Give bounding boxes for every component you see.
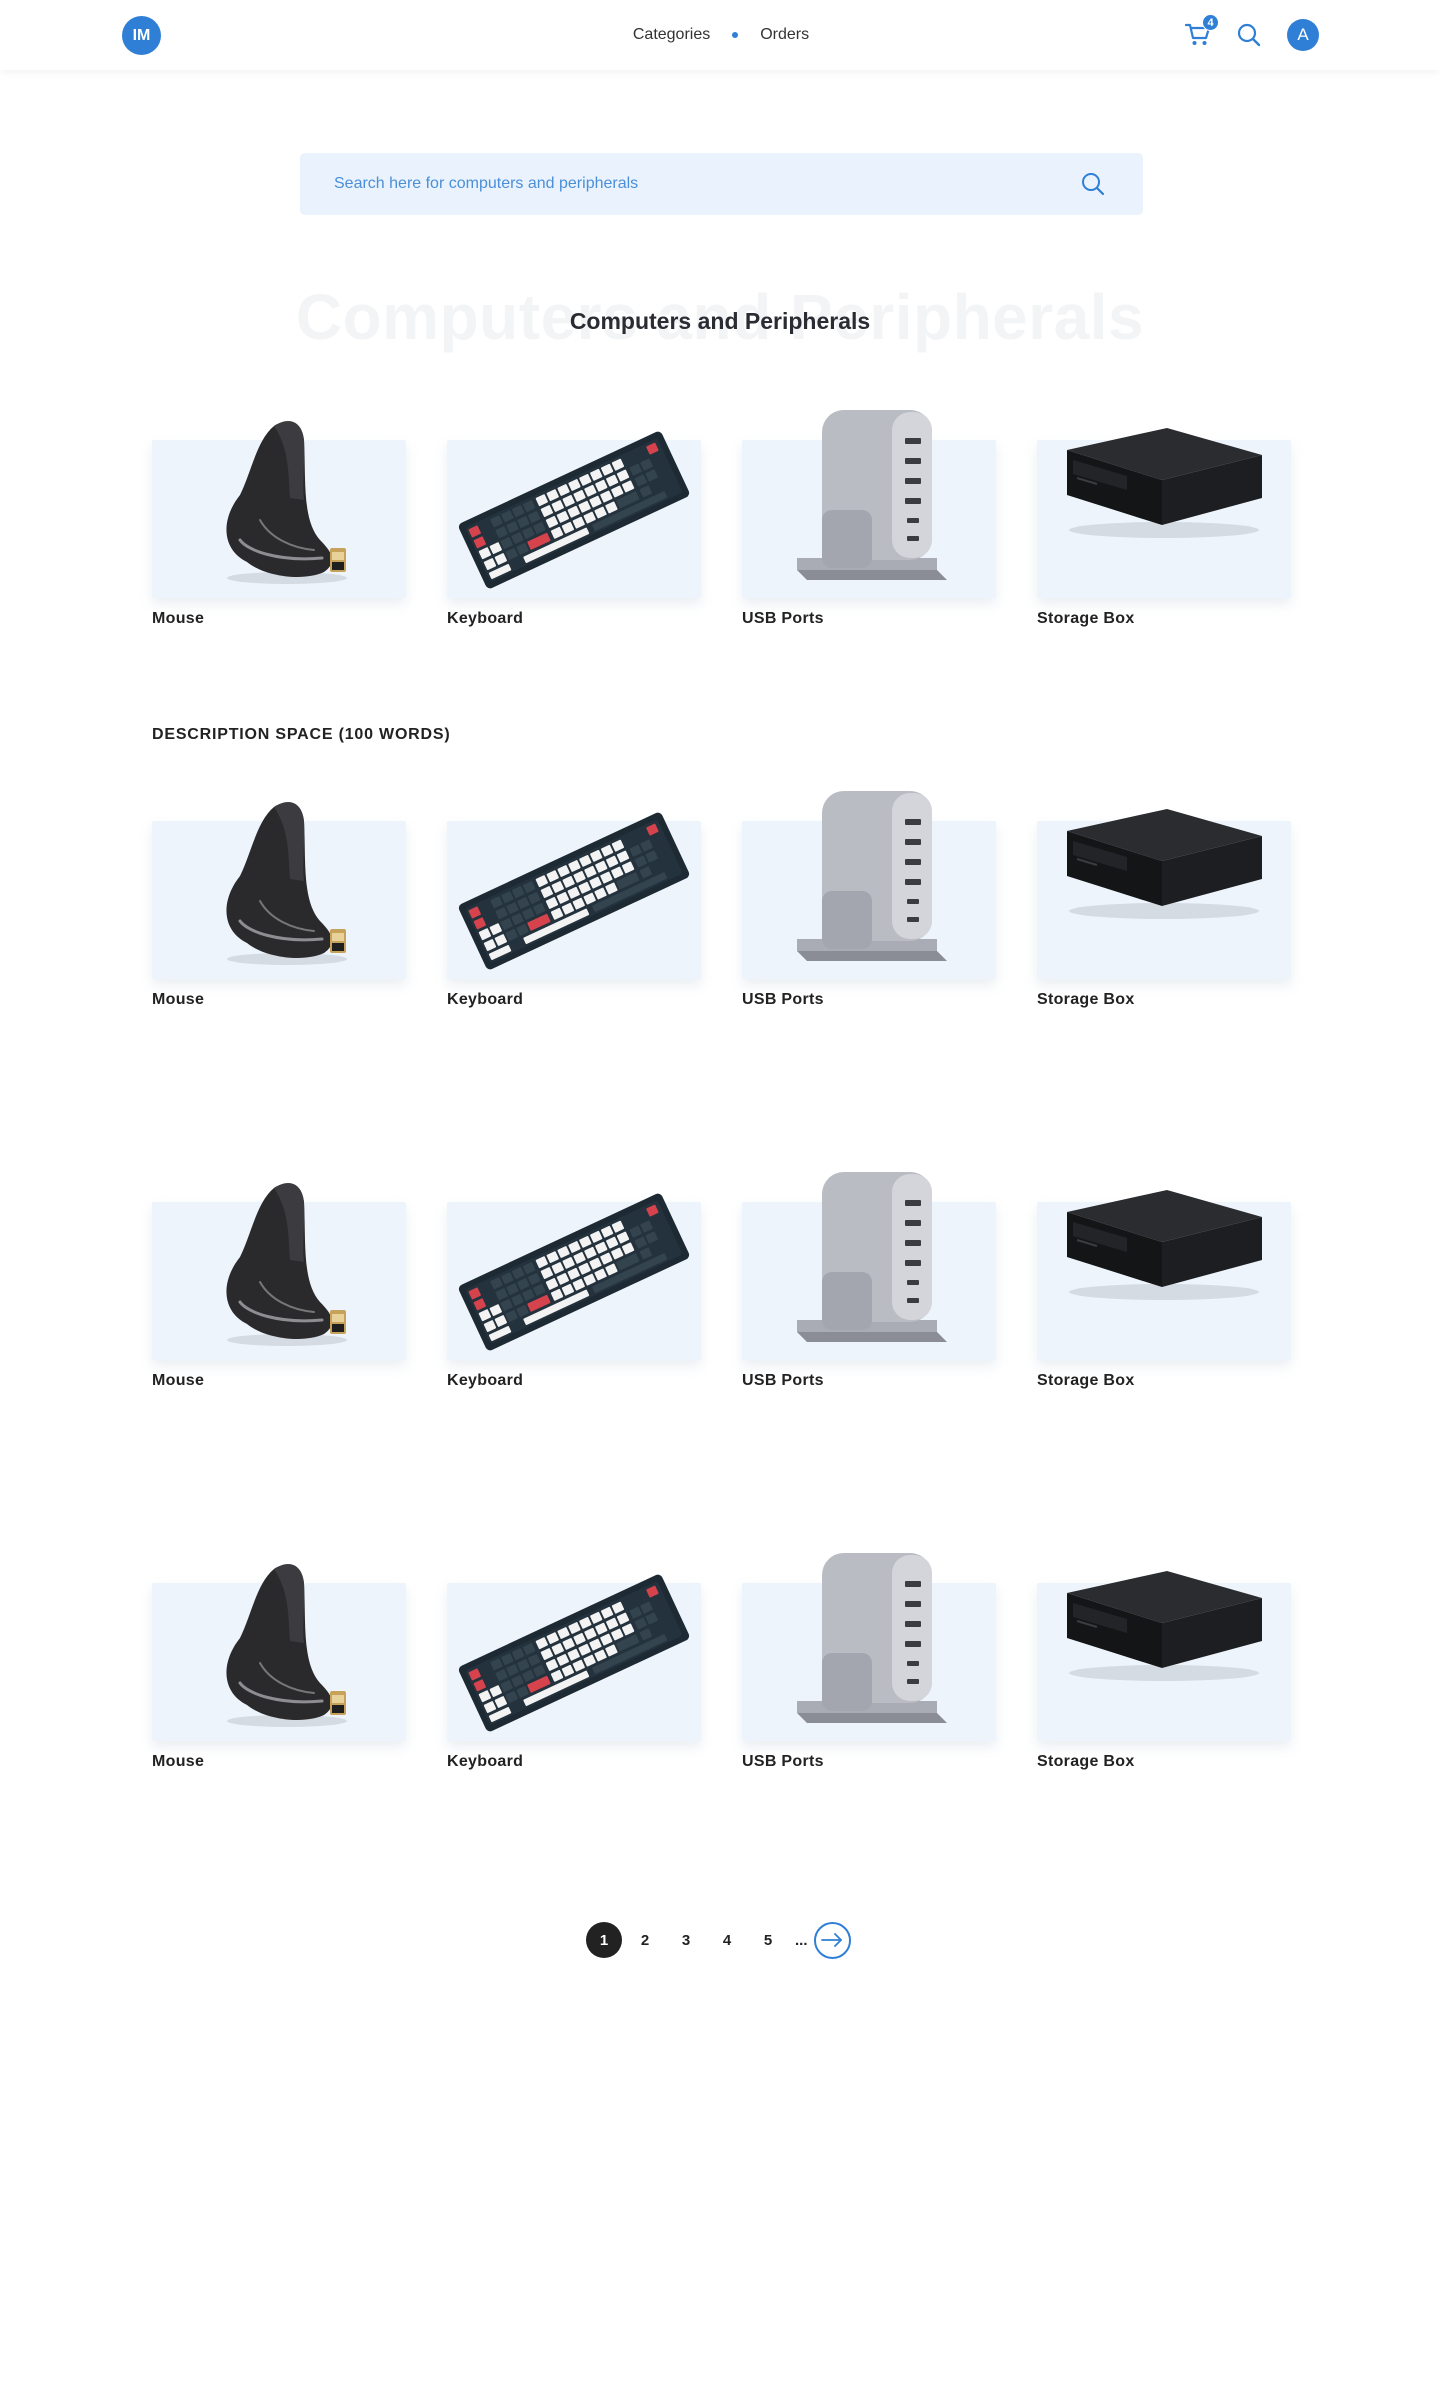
product-label: Keyboard xyxy=(447,1372,524,1389)
mouse-image xyxy=(224,800,349,967)
product-card-storage-box[interactable]: Storage Box xyxy=(1037,781,1291,1011)
search-input[interactable] xyxy=(334,153,1034,215)
page-4-button[interactable]: 4 xyxy=(709,1922,745,1958)
nav-categories[interactable]: Categories xyxy=(633,26,710,44)
product-card-keyboard[interactable]: Keyboard xyxy=(447,781,701,1011)
product-card-mouse[interactable]: Mouse xyxy=(152,400,406,630)
product-label: Storage Box xyxy=(1037,1372,1135,1389)
keyboard-image xyxy=(457,430,691,590)
product-label: Keyboard xyxy=(447,1753,524,1770)
product-label: USB Ports xyxy=(742,1753,824,1770)
storage-box-image xyxy=(1066,1189,1263,1301)
storage-box-image xyxy=(1066,427,1263,539)
product-label: Mouse xyxy=(152,1372,205,1389)
product-label: Mouse xyxy=(152,991,205,1008)
product-card-usb-ports[interactable]: USB Ports xyxy=(742,1162,996,1392)
product-label: Mouse xyxy=(152,1753,205,1770)
product-card-mouse[interactable]: Mouse xyxy=(152,781,406,1011)
search-icon xyxy=(1237,23,1261,47)
next-page-button[interactable] xyxy=(813,1921,851,1959)
product-card-keyboard[interactable]: Keyboard xyxy=(447,1543,701,1773)
product-row: Mouse Keyboard USB Ports Storage Box xyxy=(0,781,1440,1041)
product-label: Storage Box xyxy=(1037,610,1135,627)
mouse-image xyxy=(224,419,349,586)
pagination: 1 2 3 4 5 ... xyxy=(586,1921,851,1959)
product-label: Keyboard xyxy=(447,991,524,1008)
product-card-storage-box[interactable]: Storage Box xyxy=(1037,400,1291,630)
keyboard-image xyxy=(457,1192,691,1352)
page-1-button[interactable]: 1 xyxy=(586,1922,622,1958)
product-card-storage-box[interactable]: Storage Box xyxy=(1037,1162,1291,1392)
keyboard-image xyxy=(457,811,691,971)
cart-count-badge: 4 xyxy=(1202,14,1219,31)
product-row: Mouse Keyboard USB Ports Storage Box xyxy=(0,1543,1440,1803)
product-label: Storage Box xyxy=(1037,991,1135,1008)
product-card-keyboard[interactable]: Keyboard xyxy=(447,400,701,630)
page-title-section: Computers and Peripherals Computers and … xyxy=(0,280,1440,370)
product-label: USB Ports xyxy=(742,610,824,627)
product-label: Mouse xyxy=(152,610,205,627)
search-submit-button[interactable] xyxy=(1080,171,1106,197)
cart-button[interactable]: 4 xyxy=(1183,14,1219,51)
usb-hub-image xyxy=(797,1172,947,1342)
user-avatar[interactable]: A xyxy=(1287,19,1319,51)
product-label: Storage Box xyxy=(1037,1753,1135,1770)
nav-orders[interactable]: Orders xyxy=(760,26,809,44)
usb-hub-image xyxy=(797,410,947,580)
product-card-mouse[interactable]: Mouse xyxy=(152,1543,406,1773)
pagination-ellipsis: ... xyxy=(795,1931,808,1949)
mouse-image xyxy=(224,1562,349,1729)
description-text: DESCRIPTION SPACE (100 WORDS) xyxy=(152,726,451,743)
storage-box-image xyxy=(1066,808,1263,920)
mouse-image xyxy=(224,1181,349,1348)
product-card-storage-box[interactable]: Storage Box xyxy=(1037,1543,1291,1773)
page-2-button[interactable]: 2 xyxy=(627,1922,663,1958)
search-icon xyxy=(1082,173,1105,196)
logo[interactable]: IM xyxy=(122,16,161,55)
product-card-mouse[interactable]: Mouse xyxy=(152,1162,406,1392)
arrow-right-icon xyxy=(821,1933,842,1947)
product-label: Keyboard xyxy=(447,610,524,627)
product-row: Mouse Keyboard USB Ports Storage Box xyxy=(0,1162,1440,1422)
product-row: Mouse Keyboard USB Ports Storage Box xyxy=(0,400,1440,660)
usb-hub-image xyxy=(797,791,947,961)
page-title: Computers and Peripherals xyxy=(569,308,871,334)
nav-separator-dot xyxy=(732,32,739,38)
main-nav: Categories Orders xyxy=(0,0,1440,70)
keyboard-image xyxy=(457,1573,691,1733)
product-card-usb-ports[interactable]: USB Ports xyxy=(742,400,996,630)
storage-box-image xyxy=(1066,1570,1263,1682)
product-label: USB Ports xyxy=(742,991,824,1008)
page-3-button[interactable]: 3 xyxy=(668,1922,704,1958)
product-card-usb-ports[interactable]: USB Ports xyxy=(742,781,996,1011)
usb-hub-image xyxy=(797,1553,947,1723)
product-card-keyboard[interactable]: Keyboard xyxy=(447,1162,701,1392)
header-search-button[interactable] xyxy=(1236,22,1262,48)
search-bar xyxy=(300,153,1143,215)
page-5-button[interactable]: 5 xyxy=(750,1922,786,1958)
top-navbar: IM Categories Orders 4 A xyxy=(0,0,1440,70)
product-label: USB Ports xyxy=(742,1372,824,1389)
product-card-usb-ports[interactable]: USB Ports xyxy=(742,1543,996,1773)
